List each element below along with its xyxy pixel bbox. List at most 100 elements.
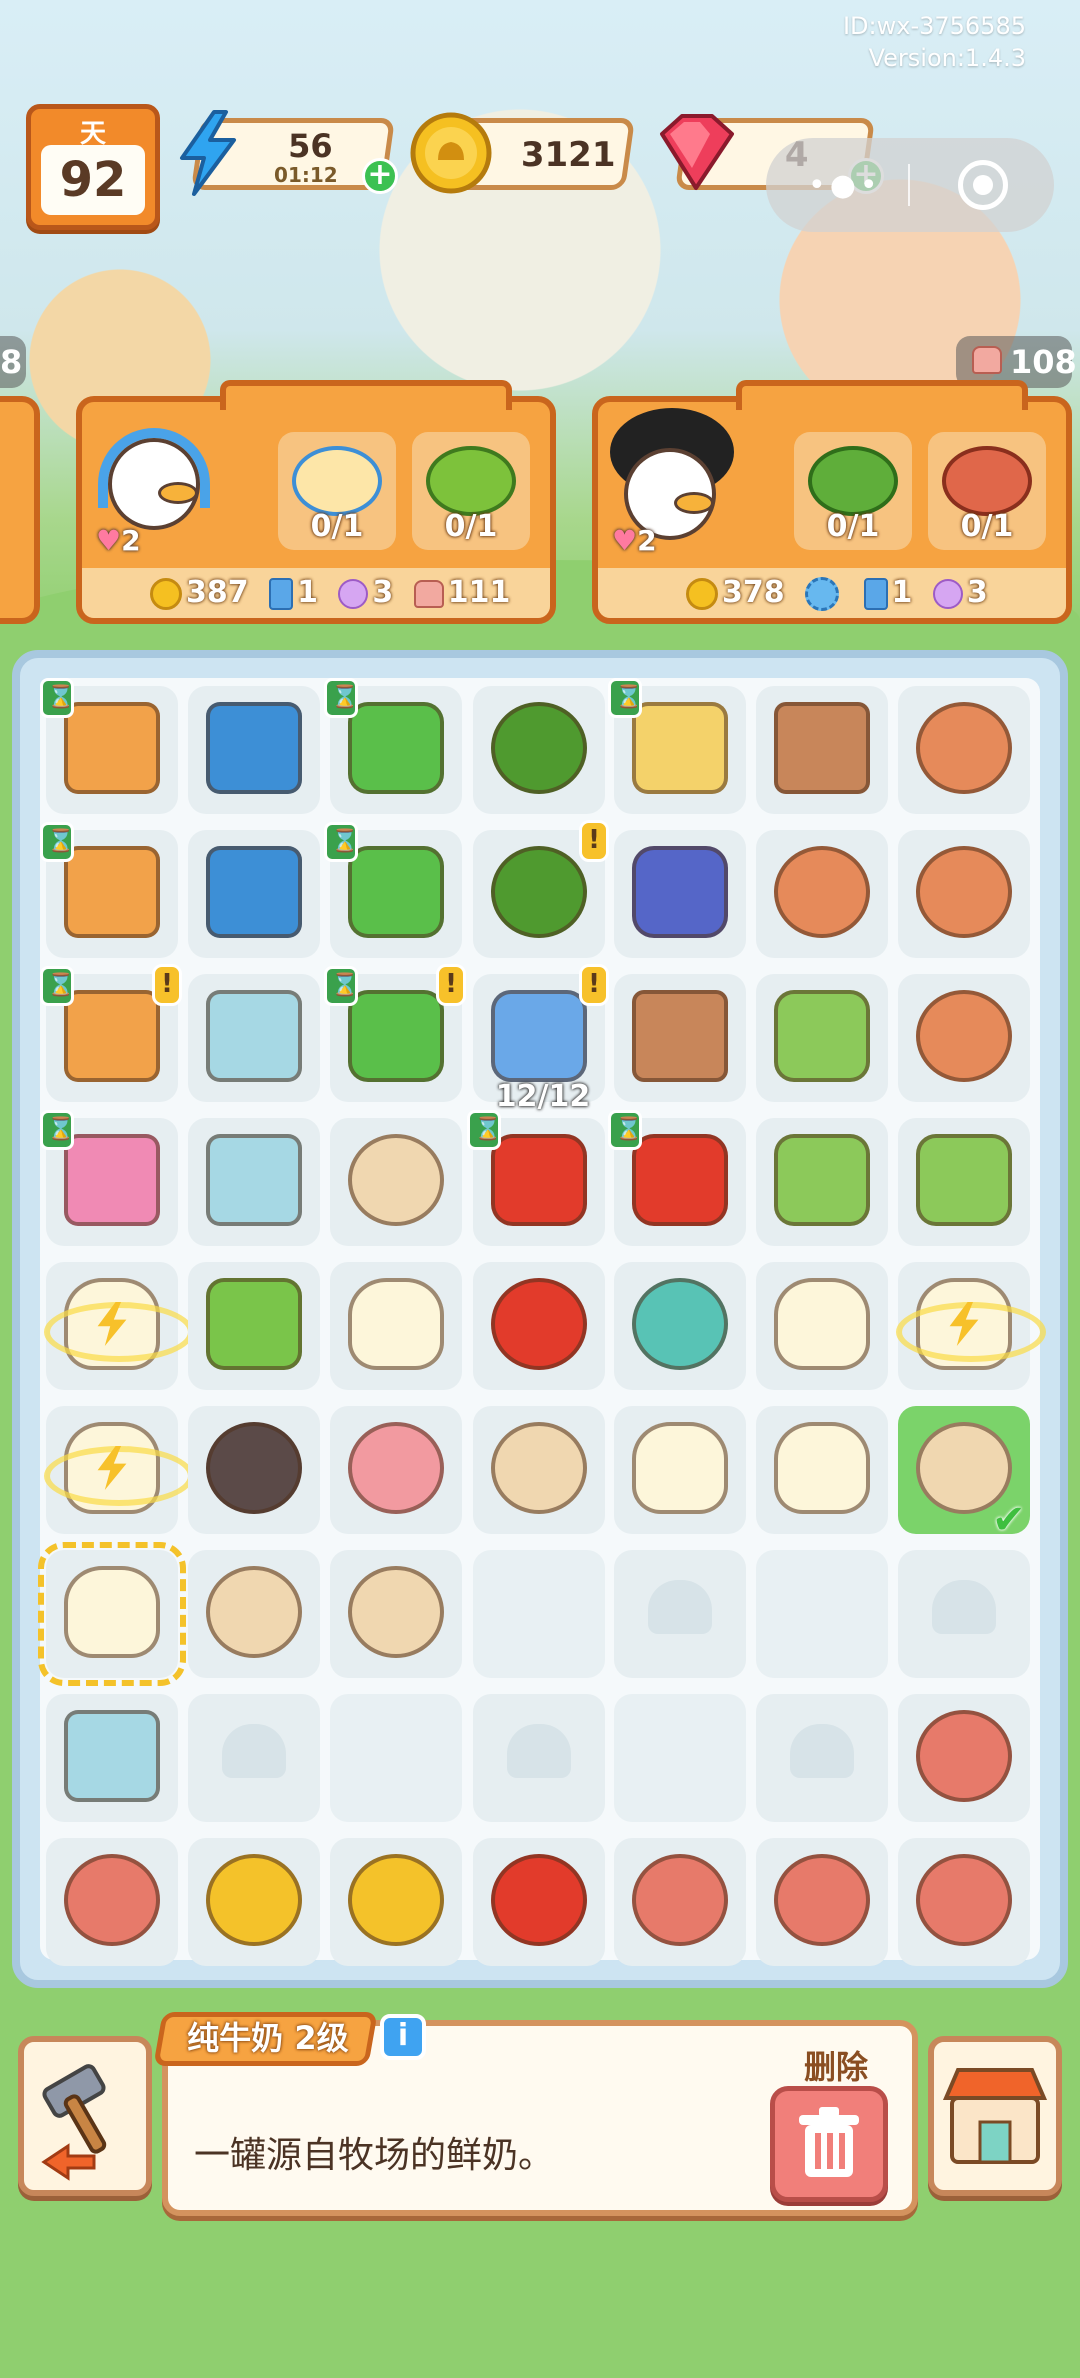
board-cell[interactable] xyxy=(46,1838,178,1966)
board-cell[interactable] xyxy=(473,1406,605,1534)
meat-box-icon[interactable] xyxy=(56,1848,168,1952)
board-cell[interactable] xyxy=(896,1262,1046,1390)
board-cell[interactable] xyxy=(756,1550,888,1678)
board-cell[interactable] xyxy=(330,1550,462,1678)
board-cell[interactable] xyxy=(614,830,746,958)
board-cell[interactable] xyxy=(40,822,178,958)
blue-oven-icon[interactable] xyxy=(198,840,310,944)
crab-icon[interactable] xyxy=(624,1272,736,1376)
milk-bottle-icon[interactable] xyxy=(340,1272,452,1376)
board-cell[interactable] xyxy=(330,1406,462,1534)
ham-icon[interactable] xyxy=(624,1848,736,1952)
ice-box-icon[interactable] xyxy=(198,984,310,1088)
board-cell[interactable] xyxy=(188,1118,320,1246)
board-cell[interactable] xyxy=(44,1406,194,1534)
apple-icon[interactable] xyxy=(483,1848,595,1952)
milk-bottle-icon[interactable] xyxy=(44,1416,194,1520)
veggie-crate-icon[interactable] xyxy=(624,984,736,1088)
tomato-icon[interactable] xyxy=(483,1272,595,1376)
herb-box-icon[interactable] xyxy=(766,984,878,1088)
locked-cell[interactable] xyxy=(898,1550,1030,1678)
board-cell[interactable]: ✔ xyxy=(898,1406,1030,1540)
board-cell[interactable] xyxy=(188,686,320,814)
order-card[interactable]: ♥2 0/1 0/1 378 1 3 xyxy=(592,380,1072,624)
fishing-rod-icon[interactable] xyxy=(908,840,1020,944)
leeks-icon[interactable] xyxy=(766,1128,878,1232)
info-icon[interactable]: i xyxy=(380,2014,426,2060)
board-cell[interactable]: ! xyxy=(473,820,609,958)
board-cell[interactable] xyxy=(614,1694,746,1822)
board-cell[interactable] xyxy=(898,686,1030,814)
board-cell[interactable] xyxy=(188,1838,320,1966)
order-slot[interactable]: 0/1 xyxy=(928,432,1046,550)
blue-oven-icon[interactable] xyxy=(198,696,310,800)
board-cell[interactable] xyxy=(40,678,178,814)
board-cell[interactable] xyxy=(614,974,746,1102)
board-cell[interactable] xyxy=(330,1838,462,1966)
board-cell[interactable] xyxy=(330,1262,462,1390)
board-cell[interactable] xyxy=(188,974,320,1102)
order-slot[interactable]: 0/1 xyxy=(794,432,912,550)
coffee-to-go-icon[interactable] xyxy=(198,1560,310,1664)
milk-bottle-icon[interactable] xyxy=(896,1272,1046,1376)
board-cell[interactable] xyxy=(188,1550,320,1678)
espresso-icon[interactable] xyxy=(340,1560,452,1664)
board-cell[interactable] xyxy=(188,1262,320,1390)
board-cell[interactable] xyxy=(40,1110,178,1246)
board-cell[interactable] xyxy=(608,1110,746,1246)
spice-jar-icon[interactable] xyxy=(908,1128,1020,1232)
order-card[interactable]: ♥2 0/1 0/1 387 1 3 111 xyxy=(76,380,556,624)
glass-box-icon[interactable] xyxy=(198,1128,310,1232)
peanuts-icon[interactable] xyxy=(908,1704,1020,1808)
board-cell[interactable] xyxy=(898,830,1030,958)
fruit-bowl-icon[interactable] xyxy=(483,840,595,944)
bbq-grill-icon[interactable] xyxy=(624,840,736,944)
fish-lure-icon[interactable] xyxy=(908,984,1020,1088)
board-cell[interactable] xyxy=(467,1110,605,1246)
board-cell[interactable] xyxy=(756,974,888,1102)
orange-pudding-icon[interactable] xyxy=(198,1848,310,1952)
tools-button[interactable] xyxy=(18,2036,152,2196)
order-slot[interactable]: 0/1 xyxy=(278,432,396,550)
board-cell[interactable] xyxy=(46,1694,178,1822)
milk-bottle-icon[interactable] xyxy=(56,1560,168,1664)
board-cell[interactable] xyxy=(473,686,605,814)
board-cell[interactable] xyxy=(473,1550,605,1678)
board-cell[interactable] xyxy=(898,1118,1030,1246)
order-slot[interactable]: 0/1 xyxy=(412,432,530,550)
board-cell[interactable] xyxy=(756,1838,888,1966)
milk-bottle-icon[interactable] xyxy=(766,1272,878,1376)
board-cell[interactable] xyxy=(38,1542,186,1686)
squid-icon[interactable] xyxy=(340,1416,452,1520)
board-cell[interactable] xyxy=(756,1262,888,1390)
pork-slices-icon[interactable] xyxy=(766,1848,878,1952)
veggie-basket-icon[interactable] xyxy=(766,840,878,944)
eel-icon[interactable] xyxy=(198,1416,310,1520)
board-cell[interactable] xyxy=(614,1262,746,1390)
coffee-cup-icon[interactable] xyxy=(483,1416,595,1520)
locked-cell[interactable] xyxy=(614,1550,746,1678)
board-cell[interactable]: ! 12/12 xyxy=(473,964,609,1114)
board-cell[interactable] xyxy=(614,1406,746,1534)
milk-bottle-icon[interactable] xyxy=(624,1416,736,1520)
close-target-icon[interactable] xyxy=(958,160,1008,210)
fishing-basket-icon[interactable] xyxy=(908,696,1020,800)
board-cell[interactable] xyxy=(898,1694,1030,1822)
spice-rack-icon[interactable] xyxy=(766,696,878,800)
meatballs-icon[interactable] xyxy=(908,1848,1020,1952)
board-cell[interactable] xyxy=(324,678,462,814)
board-cell[interactable] xyxy=(756,1406,888,1534)
fruit-bowl-icon[interactable] xyxy=(483,696,595,800)
board-cell[interactable] xyxy=(756,686,888,814)
board-cell[interactable] xyxy=(324,822,462,958)
left-badge[interactable]: 8 xyxy=(0,336,26,388)
add-energy-button[interactable]: + xyxy=(362,158,398,194)
board-cell[interactable]: ! xyxy=(40,964,182,1102)
more-menu-icon[interactable]: •●• xyxy=(808,171,882,201)
locked-cell[interactable] xyxy=(756,1694,888,1822)
delete-button[interactable] xyxy=(770,2086,888,2202)
board-cell[interactable] xyxy=(330,1694,462,1822)
ice-cube-icon[interactable] xyxy=(56,1704,168,1808)
fridge-icon[interactable] xyxy=(483,984,595,1088)
locked-cell[interactable] xyxy=(188,1694,320,1822)
